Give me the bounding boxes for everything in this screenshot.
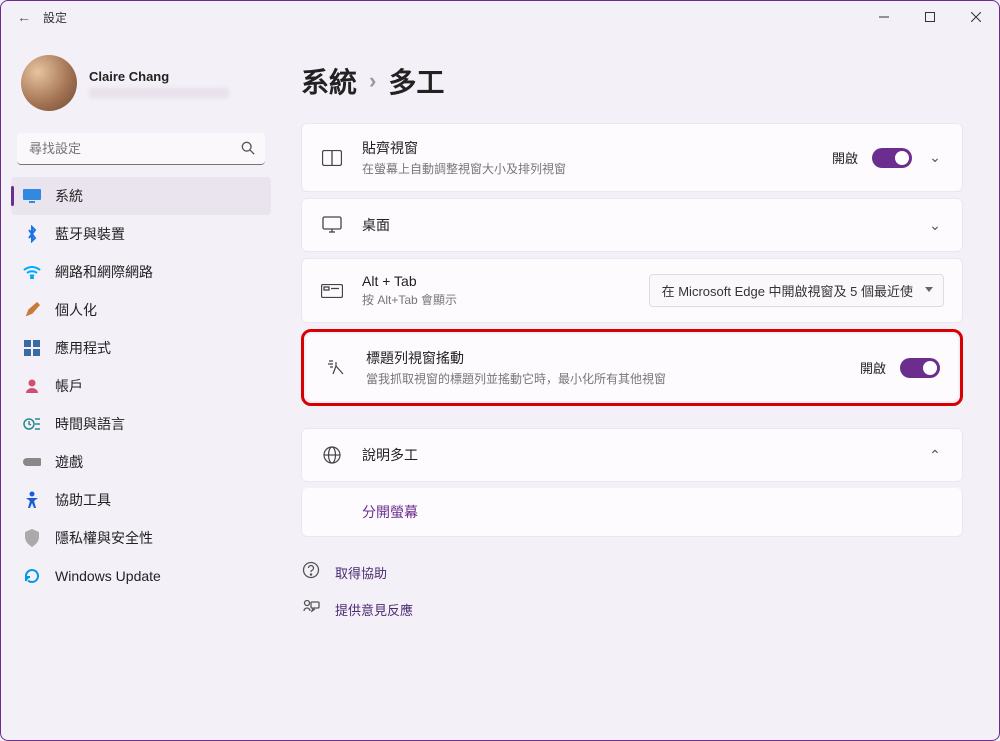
monitor-icon: [23, 187, 41, 205]
sidebar-item-gamepad[interactable]: 遊戲: [11, 443, 271, 481]
window-controls: [861, 1, 999, 33]
alttab-card[interactable]: Alt + Tab 按 Alt+Tab 會顯示 在 Microsoft Edge…: [301, 258, 963, 323]
shake-toggle[interactable]: [900, 358, 940, 378]
help-icon: [301, 561, 321, 584]
shake-state: 開啟: [860, 358, 886, 377]
chevron-down-icon[interactable]: ⌄: [926, 217, 944, 234]
globe-icon: [320, 443, 344, 467]
sidebar-item-monitor[interactable]: 系統: [11, 177, 271, 215]
sidebar-item-update[interactable]: Windows Update: [11, 557, 271, 595]
snap-windows-card[interactable]: 貼齊視窗 在螢幕上自動調整視窗大小及排列視窗 開啟 ⌄: [301, 123, 963, 192]
window-title: 設定: [43, 9, 67, 26]
help-title: 說明多工: [362, 445, 908, 465]
shake-icon: [324, 356, 348, 380]
sidebar-item-label: 協助工具: [55, 490, 111, 510]
split-screen-link[interactable]: 分開螢幕: [301, 488, 963, 537]
help-section-card[interactable]: 說明多工 ⌃: [301, 428, 963, 482]
sidebar-item-person[interactable]: 帳戶: [11, 367, 271, 405]
sidebar-item-label: 網路和網際網路: [55, 262, 153, 282]
nav-list: 系統藍牙與裝置網路和網際網路個人化應用程式帳戶時間與語言遊戲協助工具隱私權與安全…: [9, 177, 273, 595]
sidebar-item-apps[interactable]: 應用程式: [11, 329, 271, 367]
avatar: [21, 55, 77, 111]
brush-icon: [23, 301, 41, 319]
update-icon: [23, 567, 41, 585]
back-button[interactable]: ←: [17, 9, 31, 25]
bluetooth-icon: [23, 225, 41, 243]
close-button[interactable]: [953, 1, 999, 33]
shield-icon: [23, 529, 41, 547]
snap-icon: [320, 146, 344, 170]
sidebar-item-brush[interactable]: 個人化: [11, 291, 271, 329]
sidebar-item-label: 遊戲: [55, 452, 83, 472]
profile-name: Claire Chang: [89, 69, 229, 84]
content: 系統 › 多工 貼齊視窗 在螢幕上自動調整視窗大小及排列視窗 開啟 ⌄ 桌面 ⌄: [281, 33, 999, 740]
search-box[interactable]: [17, 133, 265, 165]
chevron-down-icon[interactable]: ⌄: [926, 149, 944, 166]
profile-block[interactable]: Claire Chang: [9, 43, 273, 123]
snap-toggle[interactable]: [872, 148, 912, 168]
person-icon: [23, 377, 41, 395]
accessibility-icon: [23, 491, 41, 509]
breadcrumb-root[interactable]: 系統: [301, 61, 357, 101]
sidebar-item-label: 隱私權與安全性: [55, 528, 153, 548]
desktop-title: 桌面: [362, 215, 908, 235]
get-help-link[interactable]: 取得協助: [301, 561, 963, 584]
alttab-icon: [320, 279, 344, 303]
sidebar-item-shield[interactable]: 隱私權與安全性: [11, 519, 271, 557]
alttab-dropdown[interactable]: 在 Microsoft Edge 中開啟視窗及 5 個最近使: [649, 274, 944, 307]
snap-state: 開啟: [832, 148, 858, 167]
desktop-icon: [320, 213, 344, 237]
clock-lang-icon: [23, 415, 41, 433]
shake-card[interactable]: 標題列視窗搖動 當我抓取視窗的標題列並搖動它時，最小化所有其他視窗 開啟: [306, 334, 958, 401]
apps-icon: [23, 339, 41, 357]
feedback-icon: [301, 598, 321, 621]
gamepad-icon: [23, 453, 41, 471]
maximize-button[interactable]: [907, 1, 953, 33]
sidebar-item-label: 帳戶: [55, 376, 83, 396]
highlight-annotation: 標題列視窗搖動 當我抓取視窗的標題列並搖動它時，最小化所有其他視窗 開啟: [301, 329, 963, 406]
titlebar: ← 設定: [1, 1, 999, 33]
breadcrumb-leaf: 多工: [388, 61, 444, 101]
search-icon: [241, 141, 255, 158]
alttab-sub: 按 Alt+Tab 會顯示: [362, 291, 631, 308]
sidebar-item-clock-lang[interactable]: 時間與語言: [11, 405, 271, 443]
sidebar-item-label: 藍牙與裝置: [55, 224, 125, 244]
sidebar-item-label: Windows Update: [55, 568, 161, 584]
sidebar-item-accessibility[interactable]: 協助工具: [11, 481, 271, 519]
sidebar: Claire Chang 系統藍牙與裝置網路和網際網路個人化應用程式帳戶時間與語…: [1, 33, 281, 740]
minimize-button[interactable]: [861, 1, 907, 33]
shake-title: 標題列視窗搖動: [366, 348, 842, 368]
alttab-title: Alt + Tab: [362, 273, 631, 289]
feedback-link[interactable]: 提供意見反應: [301, 598, 963, 621]
snap-sub: 在螢幕上自動調整視窗大小及排列視窗: [362, 160, 814, 177]
sidebar-item-label: 時間與語言: [55, 414, 125, 434]
sidebar-item-label: 應用程式: [55, 338, 111, 358]
chevron-right-icon: ›: [369, 68, 376, 94]
sidebar-item-wifi[interactable]: 網路和網際網路: [11, 253, 271, 291]
desktop-card[interactable]: 桌面 ⌄: [301, 198, 963, 252]
sidebar-item-label: 個人化: [55, 300, 97, 320]
shake-sub: 當我抓取視窗的標題列並搖動它時，最小化所有其他視窗: [366, 370, 842, 387]
profile-email-redacted: [89, 88, 229, 98]
chevron-up-icon[interactable]: ⌃: [926, 447, 944, 464]
sidebar-item-bluetooth[interactable]: 藍牙與裝置: [11, 215, 271, 253]
search-input[interactable]: [17, 133, 265, 165]
sidebar-item-label: 系統: [55, 186, 83, 206]
wifi-icon: [23, 263, 41, 281]
breadcrumb: 系統 › 多工: [301, 61, 963, 101]
snap-title: 貼齊視窗: [362, 138, 814, 158]
